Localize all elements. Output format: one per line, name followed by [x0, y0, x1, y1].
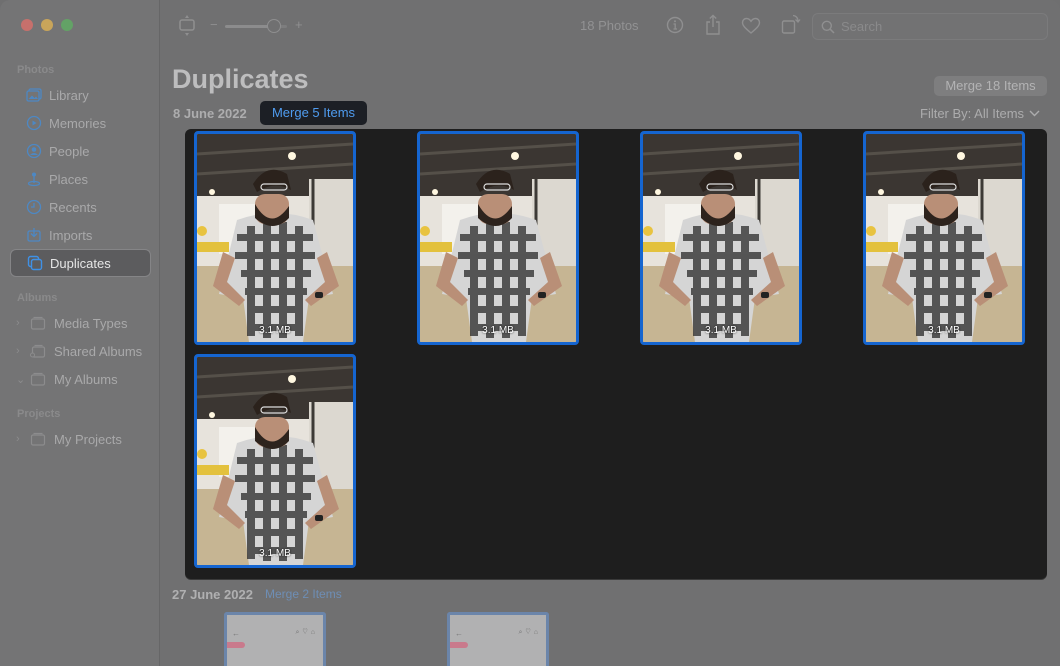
- sidebar-item-label: Memories: [49, 115, 107, 131]
- sidebar-item-media-types[interactable]: › Media Types: [10, 309, 151, 337]
- duplicate-group-panel: 3.1 MB 3.1 MB 3.1 MB 3.1 MB 3.1 MB: [185, 129, 1047, 579]
- portrait-photo: [643, 134, 799, 342]
- shared-album-icon: [30, 344, 46, 358]
- search-field[interactable]: [812, 13, 1048, 40]
- minimize-window-button[interactable]: [41, 19, 53, 31]
- page-title: Duplicates: [172, 64, 309, 94]
- sidebar-item-shared-albums[interactable]: › Shared Albums: [10, 337, 151, 365]
- app-toolbar-icons: ⌕♡⌂: [518, 629, 541, 636]
- sidebar-item-people[interactable]: People: [10, 137, 151, 165]
- portrait-photo: [866, 134, 1022, 342]
- zoom-out-button[interactable]: −: [210, 17, 218, 32]
- maximize-window-button[interactable]: [61, 19, 73, 31]
- filter-dropdown[interactable]: Filter By: All Items: [920, 106, 1040, 121]
- clock-icon: [26, 199, 42, 215]
- sidebar-item-label: My Albums: [54, 371, 118, 387]
- chevron-right-icon[interactable]: ›: [16, 317, 26, 329]
- chevron-down-icon: [1029, 110, 1040, 117]
- sidebar-item-places[interactable]: Places: [10, 165, 151, 193]
- filter-label: Filter By: All Items: [920, 106, 1025, 121]
- photo-library-icon: [26, 87, 42, 103]
- sidebar-item-my-projects[interactable]: › My Projects: [10, 425, 151, 453]
- photo-thumbnail[interactable]: ← ⌕♡⌂: [224, 612, 326, 666]
- file-size-label: 3.1 MB: [259, 325, 291, 336]
- photos-window: Photos Library Memories People Places Re…: [0, 0, 1060, 666]
- merge-group-button[interactable]: Merge 2 Items: [265, 587, 342, 601]
- file-size-label: 3.1 MB: [259, 548, 291, 559]
- import-tray-icon: [26, 227, 42, 243]
- sidebar-section-photos: Photos: [17, 64, 55, 76]
- sidebar-item-library[interactable]: Library: [10, 81, 151, 109]
- file-size-label: 3.1 MB: [928, 325, 960, 336]
- sidebar-item-label: Media Types: [54, 315, 128, 331]
- photo-thumbnail[interactable]: 3.1 MB: [417, 131, 579, 345]
- sale-tag: [450, 642, 468, 648]
- photo-thumbnail[interactable]: 3.1 MB: [640, 131, 802, 345]
- sidebar-item-imports[interactable]: Imports: [10, 221, 151, 249]
- sidebar-item-duplicates[interactable]: Duplicates: [10, 249, 151, 277]
- chevron-right-icon[interactable]: ›: [16, 345, 26, 357]
- toolbar: − + 18 Photos: [161, 0, 1060, 54]
- search-input[interactable]: [841, 19, 1031, 34]
- sale-tag: [227, 642, 245, 648]
- sidebar-item-label: Recents: [49, 199, 97, 215]
- back-arrow-icon: ←: [232, 629, 240, 638]
- portrait-photo: [197, 134, 353, 342]
- duplicates-icon: [27, 255, 43, 271]
- group-date: 27 June 2022: [172, 587, 253, 602]
- zoom-slider-knob[interactable]: [267, 19, 281, 33]
- app-toolbar-icons: ⌕♡⌂: [295, 629, 318, 636]
- file-size-label: 3.1 MB: [482, 325, 514, 336]
- photo-thumbnail[interactable]: ← ⌕♡⌂: [447, 612, 549, 666]
- group-date: 8 June 2022: [173, 106, 247, 121]
- merge-all-button[interactable]: Merge 18 Items: [934, 76, 1047, 96]
- sidebar-item-my-albums[interactable]: ⌄ My Albums: [10, 365, 151, 393]
- search-icon: [821, 20, 835, 34]
- people-icon: [26, 143, 42, 159]
- window-controls: [21, 19, 73, 31]
- album-folder-icon: [30, 316, 46, 330]
- photo-thumbnail[interactable]: 3.1 MB: [863, 131, 1025, 345]
- sidebar-item-recents[interactable]: Recents: [10, 193, 151, 221]
- portrait-photo: [197, 357, 353, 565]
- merge-group-button[interactable]: Merge 5 Items: [260, 101, 367, 125]
- share-icon[interactable]: [705, 14, 721, 41]
- sidebar-item-label: People: [49, 143, 90, 159]
- close-window-button[interactable]: [21, 19, 33, 31]
- favorite-heart-icon[interactable]: [741, 17, 761, 40]
- sidebar-section-albums: Albums: [17, 292, 58, 304]
- photo-thumbnail[interactable]: 3.1 MB: [194, 131, 356, 345]
- project-folder-icon: [30, 432, 46, 446]
- file-size-label: 3.1 MB: [705, 325, 737, 336]
- sidebar-section-projects: Projects: [17, 408, 61, 420]
- sidebar-item-label: Imports: [49, 227, 93, 243]
- sidebar-item-label: Duplicates: [50, 255, 111, 271]
- slideshow-view-icon[interactable]: [178, 14, 196, 43]
- rotate-icon[interactable]: [781, 14, 801, 41]
- places-pin-icon: [26, 171, 42, 187]
- memories-icon: [26, 115, 42, 131]
- album-folder-icon: [30, 372, 46, 386]
- photo-count: 18 Photos: [580, 18, 639, 33]
- portrait-photo: [420, 134, 576, 342]
- sidebar-item-label: Library: [49, 87, 89, 103]
- sidebar-item-memories[interactable]: Memories: [10, 109, 151, 137]
- sidebar-item-label: My Projects: [54, 431, 122, 447]
- zoom-in-button[interactable]: +: [295, 17, 303, 32]
- sidebar-item-label: Places: [49, 171, 89, 187]
- chevron-right-icon[interactable]: ›: [16, 433, 26, 445]
- photo-thumbnail[interactable]: 3.1 MB: [194, 354, 356, 568]
- back-arrow-icon: ←: [455, 629, 463, 638]
- sidebar: Photos Library Memories People Places Re…: [0, 0, 160, 666]
- sidebar-item-label: Shared Albums: [54, 343, 143, 359]
- chevron-down-icon[interactable]: ⌄: [16, 373, 26, 386]
- info-icon[interactable]: [666, 16, 684, 39]
